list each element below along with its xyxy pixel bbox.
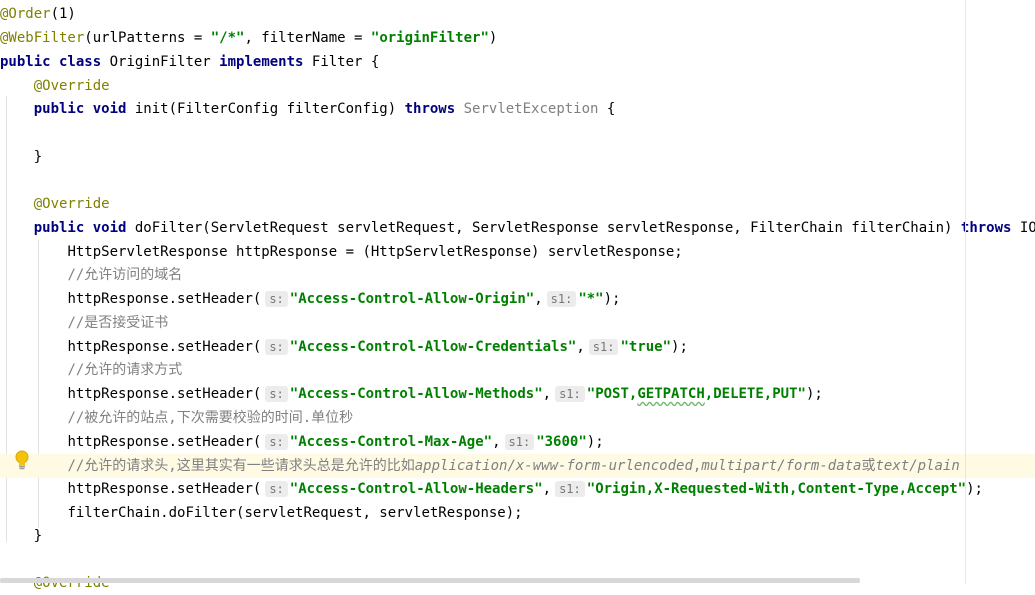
keyword: public void <box>33 220 127 236</box>
code-text: , <box>576 339 585 355</box>
code-line[interactable]: //允许访问的域名 <box>0 263 1035 287</box>
annotation: @Override <box>33 78 110 94</box>
code-text: OriginFilter <box>101 54 220 70</box>
code-text: httpResponse.setHeader( <box>67 291 262 307</box>
comment: 或 <box>861 458 876 474</box>
comment-italic: multipart/form-data <box>701 458 862 474</box>
code-line[interactable]: } <box>0 524 1035 548</box>
code-text: httpResponse.setHeader( <box>67 481 262 497</box>
code-text: (1) <box>50 6 76 22</box>
code-text: HttpServletResponse httpResponse = (Http… <box>67 244 683 260</box>
code-line[interactable]: } <box>0 145 1035 169</box>
parameter-hint: s: <box>265 291 288 307</box>
parameter-hint: s1: <box>504 434 535 450</box>
keyword: throws <box>960 220 1012 236</box>
string-literal: "Access-Control-Allow-Origin" <box>289 291 535 307</box>
code-line[interactable]: public void doFilter(ServletRequest serv… <box>0 216 1035 240</box>
code-line[interactable]: @Override <box>0 74 1035 98</box>
string-literal: "Access-Control-Allow-Credentials" <box>289 339 577 355</box>
keyword: throws <box>404 101 456 117</box>
code-text: doFilter(ServletRequest servletRequest, … <box>126 220 961 236</box>
comment: //被允许的站点,下次需要校验的时间.单位秒 <box>67 410 354 426</box>
code-line[interactable]: httpResponse.setHeader(s: "Access-Control… <box>0 430 1035 454</box>
code-text: } <box>33 528 43 544</box>
keyword: public void <box>33 101 127 117</box>
comment-italic: application/x-www-form-urlencoded <box>414 458 693 474</box>
code-line[interactable]: httpResponse.setHeader(s: "Access-Control… <box>0 382 1035 406</box>
comment: //允许访问的域名 <box>67 267 183 283</box>
code-text: ); <box>586 434 604 450</box>
parameter-hint: s1: <box>588 339 619 355</box>
parameter-hint: s: <box>265 386 288 402</box>
string-literal: "*" <box>578 291 604 307</box>
code-line[interactable]: httpResponse.setHeader(s: "Access-Control… <box>0 477 1035 501</box>
code-text: ); <box>671 339 688 355</box>
code-line[interactable]: @WebFilter(urlPatterns = "/*", filterNam… <box>0 26 1035 50</box>
right-margin-guide <box>965 0 966 584</box>
code-line[interactable]: //是否接受证书 <box>0 311 1035 335</box>
code-line[interactable]: public void init(FilterConfig filterConf… <box>0 97 1035 121</box>
unused-exception: ServletException <box>455 101 599 117</box>
code-text: init(FilterConfig filterConfig) <box>126 101 405 117</box>
parameter-hint: s1: <box>546 291 577 307</box>
code-line[interactable]: @Order(1) <box>0 2 1035 26</box>
code-text: Filter { <box>303 54 380 70</box>
keyword: public class <box>0 54 102 70</box>
current-code-line[interactable]: //允许的请求头,这里其实有一些请求头总是允许的比如application/x-… <box>0 454 1035 478</box>
code-text: httpResponse.setHeader( <box>67 434 262 450</box>
code-line[interactable]: @Override <box>0 571 1035 595</box>
parameter-hint: s: <box>265 481 288 497</box>
code-text: } <box>33 149 43 165</box>
typo-highlight: GETPATCH <box>637 386 705 402</box>
string-literal: "POST, <box>586 386 638 402</box>
code-text: { <box>598 101 616 117</box>
code-line[interactable]: httpResponse.setHeader(s: "Access-Control… <box>0 287 1035 311</box>
code-text: , <box>542 386 552 402</box>
code-line[interactable]: //被允许的站点,下次需要校验的时间.单位秒 <box>0 406 1035 430</box>
comment: //允许的请求头,这里其实有一些请求头总是允许的比如 <box>67 458 415 474</box>
string-literal: "Access-Control-Allow-Methods" <box>289 386 543 402</box>
code-line[interactable]: //允许的请求方式 <box>0 358 1035 382</box>
code-line[interactable]: HttpServletResponse httpResponse = (Http… <box>0 240 1035 264</box>
code-text: httpResponse.setHeader( <box>67 386 262 402</box>
annotation: @Order <box>0 6 51 22</box>
comment: //允许的请求方式 <box>67 362 183 378</box>
code-text: , <box>542 481 552 497</box>
code-line[interactable]: filterChain.doFilter(servletRequest, ser… <box>0 501 1035 525</box>
code-line[interactable]: httpResponse.setHeader(s: "Access-Control… <box>0 335 1035 359</box>
string-literal: "Access-Control-Max-Age" <box>289 434 493 450</box>
code-line[interactable]: @Override <box>0 192 1035 216</box>
code-text: filterChain.doFilter(servletRequest, ser… <box>67 505 523 521</box>
code-text: httpResponse.setHeader( <box>67 339 262 355</box>
code-text: ) <box>488 30 498 46</box>
code-text: ); <box>805 386 823 402</box>
code-text: IOException <box>1019 220 1035 236</box>
code-editor[interactable]: @Order(1) @WebFilter(urlPatterns = "/*",… <box>0 0 1035 591</box>
annotation: @Override <box>33 196 110 212</box>
string-literal: "true" <box>620 339 672 355</box>
code-text: , <box>492 434 501 450</box>
comment-italic: text/plain <box>875 458 960 474</box>
code-line[interactable]: public class OriginFilter implements Fil… <box>0 50 1035 74</box>
code-text: (urlPatterns = <box>84 30 211 46</box>
comment: //是否接受证书 <box>67 315 169 331</box>
string-literal: ,DELETE,PUT" <box>704 386 806 402</box>
string-literal: "/*" <box>210 30 245 46</box>
string-literal: "Access-Control-Allow-Headers" <box>289 481 543 497</box>
code-text: ); <box>966 481 983 497</box>
code-text: , <box>534 291 543 307</box>
code-text: ); <box>603 291 621 307</box>
parameter-hint: s: <box>265 434 288 450</box>
string-literal: "Origin,X-Requested-With,Content-Type,Ac… <box>586 481 967 497</box>
string-literal: "originFilter" <box>370 30 489 46</box>
lightbulb-icon[interactable] <box>14 450 30 472</box>
parameter-hint: s1: <box>555 481 585 497</box>
horizontal-scrollbar[interactable] <box>0 578 860 583</box>
keyword: implements <box>219 54 304 70</box>
parameter-hint: s1: <box>555 386 585 402</box>
code-text: , filterName = <box>244 30 371 46</box>
parameter-hint: s: <box>265 339 288 355</box>
annotation: @WebFilter <box>0 30 85 46</box>
string-literal: "3600" <box>536 434 587 450</box>
